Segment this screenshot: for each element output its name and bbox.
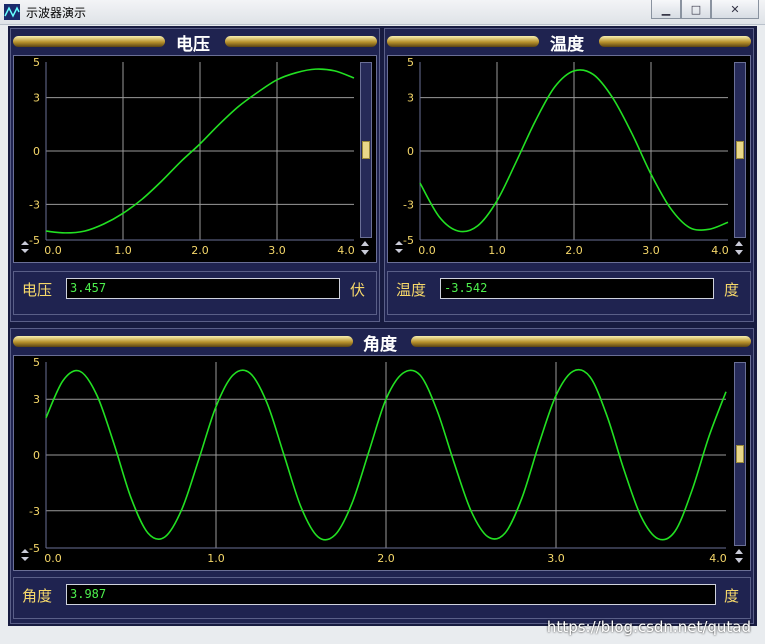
angle-scroll-thumb[interactable] bbox=[736, 445, 744, 463]
temperature-title: 温度 bbox=[550, 35, 584, 55]
title-bar-ornament bbox=[13, 36, 165, 47]
y-tick-label: 3 bbox=[33, 393, 40, 406]
y-scroll-arrows[interactable] bbox=[21, 549, 29, 561]
window-title: 示波器演示 bbox=[26, 6, 87, 20]
x-tick-label: 1.0 bbox=[488, 244, 506, 257]
voltage-title: 电压 bbox=[176, 35, 210, 55]
angle-scrollbar[interactable] bbox=[734, 362, 746, 546]
voltage-scrollbar[interactable] bbox=[360, 62, 372, 238]
y-tick-label: -3 bbox=[29, 505, 40, 518]
voltage-scroll-arrows[interactable] bbox=[360, 240, 370, 258]
voltage-value-field[interactable]: 3.457 bbox=[66, 278, 340, 299]
voltage-scroll-thumb[interactable] bbox=[362, 141, 370, 159]
arrow-up-icon bbox=[21, 549, 29, 553]
voltage-title-strip: 电压 bbox=[13, 33, 377, 55]
y-tick-label: 3 bbox=[407, 92, 414, 105]
x-tick-label: 1.0 bbox=[114, 244, 132, 257]
voltage-panel: 电压 0.0 1.0 2.0 3.0 4.0 5 3 0 -3 -5 电压 3.457 伏 bbox=[10, 28, 380, 322]
y-tick-label: -3 bbox=[403, 198, 414, 211]
y-tick-label: 0 bbox=[33, 145, 40, 158]
x-tick-label: 0.0 bbox=[44, 244, 62, 257]
close-icon: ✕ bbox=[730, 2, 740, 16]
arrow-down-icon bbox=[395, 249, 403, 253]
arrow-down-icon bbox=[21, 557, 29, 561]
window-controls: ▁ □ ✕ bbox=[651, 0, 759, 19]
angle-label: 角度 bbox=[22, 587, 53, 605]
temperature-title-strip: 温度 bbox=[387, 33, 751, 55]
angle-title: 角度 bbox=[363, 335, 397, 355]
x-tick-label: 3.0 bbox=[547, 552, 565, 565]
temperature-readout-row: 温度 -3.542 度 bbox=[387, 271, 751, 315]
app-icon bbox=[4, 4, 20, 20]
title-bar-ornament bbox=[225, 36, 377, 47]
temperature-plot-area: 0.0 1.0 2.0 3.0 4.0 5 3 0 -3 -5 bbox=[387, 55, 751, 263]
y-tick-label: 5 bbox=[33, 56, 40, 69]
voltage-chart: 0.0 1.0 2.0 3.0 4.0 5 3 0 -3 -5 bbox=[21, 56, 355, 257]
y-tick-label: 5 bbox=[33, 356, 40, 369]
y-scroll-arrows[interactable] bbox=[395, 241, 403, 253]
x-tick-label: 4.0 bbox=[337, 244, 355, 257]
x-tick-label: 2.0 bbox=[565, 244, 583, 257]
temperature-chart: 0.0 1.0 2.0 3.0 4.0 5 3 0 -3 -5 bbox=[395, 56, 729, 257]
title-bar-ornament bbox=[599, 36, 751, 47]
temperature-unit: 度 bbox=[724, 281, 740, 299]
angle-title-strip: 角度 bbox=[13, 333, 751, 355]
arrow-up-icon bbox=[361, 241, 369, 246]
title-bar-ornament bbox=[411, 336, 751, 347]
oscilloscope-client: 电压 0.0 1.0 2.0 3.0 4.0 5 3 0 -3 -5 电压 3.457 伏 温度 … bbox=[8, 26, 757, 626]
temperature-scroll-arrows[interactable] bbox=[734, 240, 744, 258]
title-bar-ornament bbox=[387, 36, 539, 47]
temperature-scroll-thumb[interactable] bbox=[736, 141, 744, 159]
arrow-up-icon bbox=[735, 241, 743, 246]
maximize-button[interactable]: □ bbox=[681, 0, 711, 19]
arrow-down-icon bbox=[361, 250, 369, 255]
temperature-panel: 温度 0.0 1.0 2.0 3.0 4.0 5 3 0 -3 -5 温度 -3.542 度 bbox=[384, 28, 754, 322]
x-tick-label: 4.0 bbox=[711, 244, 729, 257]
y-tick-label: -5 bbox=[403, 234, 414, 247]
y-tick-label: -3 bbox=[29, 198, 40, 211]
y-tick-label: 0 bbox=[407, 145, 414, 158]
watermark-text: https://blog.csdn.net/qutad bbox=[546, 618, 751, 636]
angle-readout-row: 角度 3.987 度 bbox=[13, 577, 751, 619]
y-tick-label: 5 bbox=[407, 56, 414, 69]
voltage-unit: 伏 bbox=[350, 281, 366, 299]
x-tick-label: 4.0 bbox=[709, 552, 727, 565]
temperature-value-field[interactable]: -3.542 bbox=[440, 278, 714, 299]
arrow-up-icon bbox=[735, 549, 743, 554]
minimize-button[interactable]: ▁ bbox=[651, 0, 681, 19]
x-tick-label: 2.0 bbox=[191, 244, 209, 257]
angle-scroll-arrows[interactable] bbox=[734, 548, 744, 566]
x-tick-label: 1.0 bbox=[207, 552, 225, 565]
arrow-down-icon bbox=[735, 558, 743, 563]
x-tick-label: 3.0 bbox=[268, 244, 286, 257]
y-tick-label: -5 bbox=[29, 542, 40, 555]
title-bar-ornament bbox=[13, 336, 353, 347]
angle-value-field[interactable]: 3.987 bbox=[66, 584, 716, 605]
angle-plot-area: 0.0 1.0 2.0 3.0 4.0 5 3 0 -3 -5 bbox=[13, 355, 751, 571]
angle-unit: 度 bbox=[724, 587, 740, 605]
minimize-icon: ▁ bbox=[661, 2, 671, 16]
title-bar: 示波器演示 ▁ □ ✕ bbox=[0, 0, 765, 25]
angle-panel: 角度 0.0 1.0 2.0 3.0 4.0 5 3 0 -3 -5 角度 3.987 度 bbox=[10, 328, 754, 624]
x-tick-label: 2.0 bbox=[377, 552, 395, 565]
voltage-plot-area: 0.0 1.0 2.0 3.0 4.0 5 3 0 -3 -5 bbox=[13, 55, 377, 263]
angle-chart: 0.0 1.0 2.0 3.0 4.0 5 3 0 -3 -5 bbox=[21, 356, 727, 565]
arrow-down-icon bbox=[21, 249, 29, 253]
temperature-label: 温度 bbox=[396, 281, 427, 299]
arrow-up-icon bbox=[395, 241, 403, 245]
close-button[interactable]: ✕ bbox=[711, 0, 759, 19]
voltage-readout-row: 电压 3.457 伏 bbox=[13, 271, 377, 315]
temperature-scrollbar[interactable] bbox=[734, 62, 746, 238]
y-tick-label: 3 bbox=[33, 92, 40, 105]
y-tick-label: -5 bbox=[29, 234, 40, 247]
maximize-icon: □ bbox=[690, 2, 702, 16]
voltage-label: 电压 bbox=[22, 281, 53, 299]
x-tick-label: 0.0 bbox=[44, 552, 62, 565]
y-tick-label: 0 bbox=[33, 449, 40, 462]
y-scroll-arrows[interactable] bbox=[21, 241, 29, 253]
arrow-down-icon bbox=[735, 250, 743, 255]
x-tick-label: 3.0 bbox=[642, 244, 660, 257]
x-tick-label: 0.0 bbox=[418, 244, 436, 257]
arrow-up-icon bbox=[21, 241, 29, 245]
